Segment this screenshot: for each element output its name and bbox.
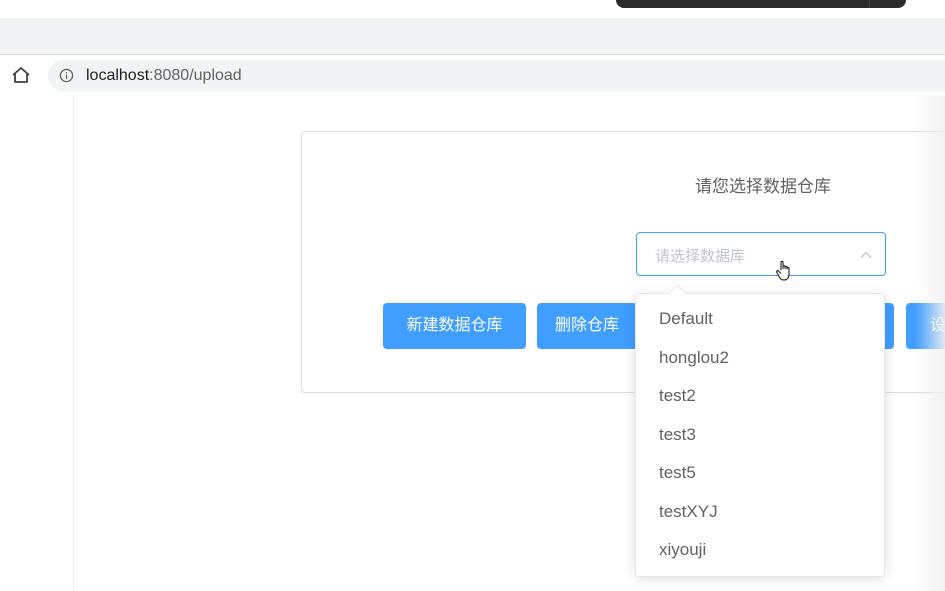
dropdown-option[interactable]: honglou2 — [636, 339, 884, 378]
warehouse-dropdown: Default honglou2 test2 test3 test5 testX… — [635, 284, 885, 577]
dropdown-option[interactable]: Default — [636, 300, 884, 339]
select-placeholder: 请选择数据库 — [655, 248, 746, 265]
right-edge-shadow — [915, 96, 945, 591]
delete-warehouse-button[interactable]: 删除仓库 — [537, 303, 637, 349]
dropdown-option[interactable]: xiyouji — [636, 531, 884, 570]
url-text: localhost:8080/upload — [86, 67, 242, 85]
warehouse-select[interactable]: 请选择数据库 — [636, 232, 886, 276]
home-icon[interactable] — [10, 65, 32, 85]
browser-tab-bar — [0, 18, 945, 55]
chevron-up-icon — [860, 251, 872, 258]
dropdown-option[interactable]: test5 — [636, 454, 884, 493]
info-icon[interactable] — [59, 68, 74, 83]
new-warehouse-button[interactable]: 新建数据仓库 — [383, 303, 526, 349]
dropdown-option[interactable]: test2 — [636, 377, 884, 416]
sidebar-divider — [73, 96, 74, 591]
hand-cursor-icon — [776, 260, 790, 281]
card-title: 请您选择数据仓库 — [695, 177, 831, 196]
url-field[interactable]: localhost:8080/upload — [48, 60, 945, 91]
dropdown-list: Default honglou2 test2 test3 test5 testX… — [636, 294, 884, 576]
url-path: :8080/upload — [149, 67, 242, 84]
dropdown-option[interactable]: testXYJ — [636, 493, 884, 532]
browser-address-bar: localhost:8080/upload — [0, 55, 945, 97]
url-host: localhost — [86, 67, 150, 84]
dropdown-option[interactable]: test3 — [636, 416, 884, 455]
screen-capture-toolbar — [616, 0, 906, 8]
